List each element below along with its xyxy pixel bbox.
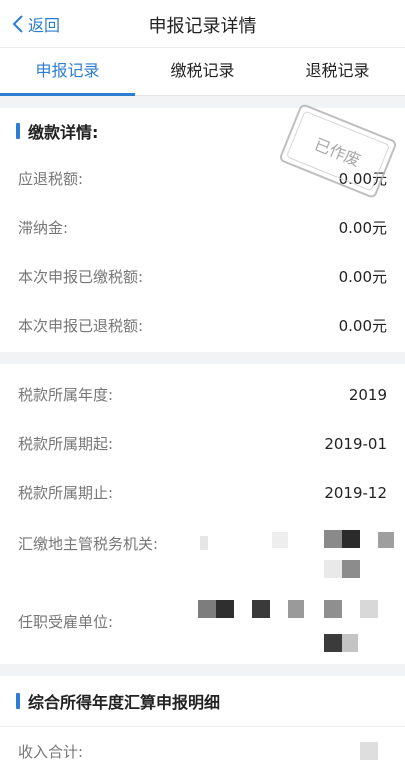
redacted-income-total xyxy=(360,742,380,762)
tab-tax-payment-records[interactable]: 缴税记录 xyxy=(135,48,270,95)
nav-bar: 返回 申报记录详情 xyxy=(0,0,405,48)
redacted-tax-authority xyxy=(200,526,400,578)
redacted-employer xyxy=(198,596,398,658)
row-value: 0.00元 xyxy=(338,268,387,286)
row-label: 滞纳金: xyxy=(18,219,69,237)
annual-summary-card: 综合所得年度汇算申报明细 收入合计: xyxy=(0,676,405,780)
tab-bar: 申报记录 缴税记录 退税记录 xyxy=(0,48,405,96)
row-value: 0.00元 xyxy=(338,317,387,335)
tab-tax-refund-records[interactable]: 退税记录 xyxy=(270,48,405,95)
info-row: 收入合计: xyxy=(0,726,405,775)
info-row: 本次申报已缴税额: 0.00元 xyxy=(0,252,405,301)
payment-section-title: 缴款详情: xyxy=(28,123,99,142)
info-row: 本次申报已退税额: 0.00元 xyxy=(0,301,405,350)
info-row: 税款所属期起: 2019-01 xyxy=(0,419,405,468)
annual-section-title: 综合所得年度汇算申报明细 xyxy=(28,693,221,712)
row-label: 本次申报已退税额: xyxy=(18,317,144,335)
page-title: 申报记录详情 xyxy=(148,16,257,37)
section-accent-bar xyxy=(16,693,20,709)
section-accent-bar xyxy=(16,123,20,139)
row-label: 收入合计: xyxy=(18,742,84,761)
tab-declaration-records[interactable]: 申报记录 xyxy=(0,48,135,96)
period-detail-card: 税款所属年度: 2019 税款所属期起: 2019-01 税款所属期止: 2019-1… xyxy=(0,364,405,664)
payment-detail-card: 缴款详情: 应退税额: 0.00元 滞纳金: 0.00元 本次申报已缴税额: 0.00… xyxy=(0,102,405,352)
row-label: 任职受雇单位: xyxy=(18,612,114,631)
row-label: 税款所属期止: xyxy=(18,484,114,502)
info-row: 税款所属年度: 2019 xyxy=(0,370,405,419)
row-value: 0.00元 xyxy=(338,219,387,237)
row-label: 汇缴地主管税务机关: xyxy=(18,534,159,553)
row-label: 税款所属年度: xyxy=(18,386,114,404)
row-value: 2019-12 xyxy=(324,483,387,502)
row-value: 2019-01 xyxy=(324,434,387,453)
row-label: 税款所属期起: xyxy=(18,435,114,453)
row-value: 2019 xyxy=(348,385,387,404)
row-label: 应退税额: xyxy=(18,170,84,188)
row-label: 本次申报已缴税额: xyxy=(18,268,144,286)
info-row: 税款所属期止: 2019-12 xyxy=(0,468,405,517)
info-row: 滞纳金: 0.00元 xyxy=(0,203,405,252)
annual-section-header: 综合所得年度汇算申报明细 xyxy=(0,676,405,726)
